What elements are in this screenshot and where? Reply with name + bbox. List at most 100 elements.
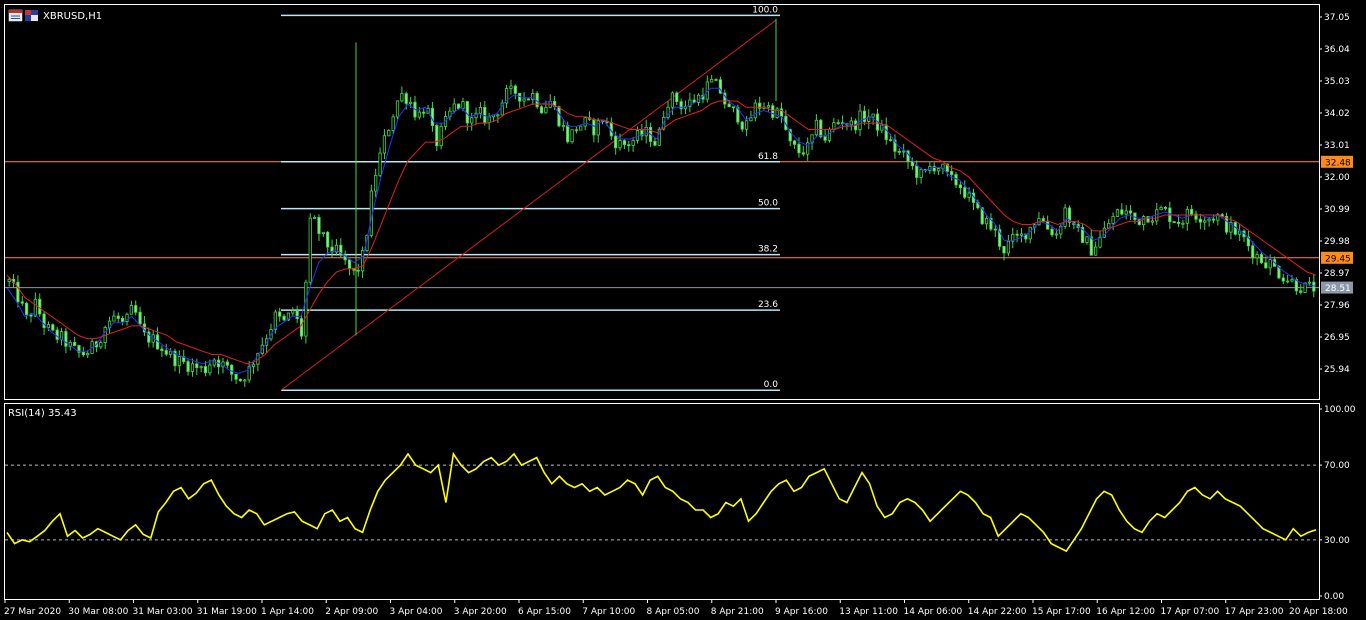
- candle-body: [164, 350, 168, 355]
- rsi-tick-label: 30.00: [1324, 536, 1350, 546]
- candle-body: [64, 331, 68, 347]
- price-tick-label: 34.02: [1324, 109, 1350, 119]
- candle-body: [579, 125, 583, 131]
- candle-body: [212, 359, 216, 366]
- candle-body: [1163, 207, 1168, 209]
- candle-body: [766, 105, 771, 108]
- rsi-chart: [5, 451, 1319, 553]
- candle-body: [897, 150, 901, 153]
- candle-body: [291, 310, 295, 314]
- candle-body: [731, 106, 736, 109]
- price-tick-label: 25.94: [1324, 365, 1350, 375]
- candle-body: [561, 125, 565, 127]
- candle-body: [1190, 209, 1194, 215]
- chart-window: 100.0 61.8 50.0 38.2 23.6 0.0 37.05 36.04 35.03…: [0, 0, 1366, 620]
- candle-body: [243, 379, 247, 382]
- candle-body: [1085, 236, 1089, 243]
- price-tick-label: 37.05: [1324, 13, 1350, 23]
- rsi-panel-frame: [4, 403, 1320, 600]
- candle-body: [819, 119, 823, 138]
- time-tick-label: 31 Mar 03:00: [133, 607, 193, 617]
- candle-body: [797, 143, 801, 154]
- time-tick-label: 15 Apr 17:00: [1032, 607, 1091, 617]
- price-tick-label: 26.95: [1324, 333, 1350, 343]
- candle-body: [509, 85, 513, 89]
- candle-body: [557, 106, 561, 127]
- candle-body: [470, 117, 474, 124]
- candle-body: [1063, 207, 1067, 227]
- candle-body: [51, 324, 55, 331]
- candle-body: [404, 93, 408, 104]
- candle-body: [1050, 228, 1054, 236]
- candle-body: [203, 366, 208, 374]
- candle-body: [622, 140, 627, 145]
- candle-body: [963, 187, 967, 198]
- candle-body: [714, 79, 718, 81]
- candle-body: [627, 144, 631, 146]
- rsi-tick-label: 0.00: [1324, 592, 1344, 602]
- candle-body: [278, 311, 282, 317]
- candle-body: [134, 305, 138, 313]
- fibo-level-label: 50.0: [758, 199, 778, 209]
- candle-body: [644, 126, 648, 137]
- candle-body: [417, 111, 421, 118]
- candle-body: [38, 298, 42, 315]
- time-tick-label: 17 Apr 07:00: [1161, 607, 1220, 617]
- candle-body: [823, 136, 827, 141]
- candle-body: [618, 140, 622, 149]
- candle-body: [744, 120, 749, 130]
- candle-body: [1259, 254, 1264, 264]
- candle-body: [539, 106, 544, 114]
- fibo-level-label: 100.0: [752, 5, 778, 15]
- candle-body: [487, 116, 491, 123]
- candle-body: [566, 125, 570, 143]
- candle-body: [356, 269, 360, 272]
- candle-body: [295, 310, 299, 319]
- candle-body: [273, 311, 277, 330]
- candle-body: [129, 305, 133, 315]
- time-tick-label: 3 Apr 04:00: [390, 607, 443, 617]
- candle-body: [422, 111, 426, 114]
- time-tick-label: 27 Mar 2020: [4, 607, 61, 617]
- candle-body: [675, 92, 679, 103]
- price-tick-label: 30.99: [1324, 205, 1350, 215]
- candle-body: [871, 113, 875, 118]
- candle-body: [710, 79, 714, 83]
- candle-body: [409, 101, 413, 104]
- price-tick-label: 28.97: [1324, 269, 1350, 279]
- candle-body: [1128, 210, 1133, 214]
- candle-body: [387, 129, 391, 137]
- candle-body: [574, 129, 579, 132]
- fibo-trend-line: [280, 19, 777, 391]
- candle-body: [1150, 220, 1154, 223]
- candle-body: [308, 217, 312, 283]
- candle-body: [814, 119, 818, 136]
- candle-body: [1281, 277, 1285, 282]
- candle-body: [984, 218, 989, 225]
- time-tick-label: 7 Apr 10:00: [582, 607, 635, 617]
- candle-body: [208, 364, 212, 374]
- candle-body: [169, 350, 173, 355]
- candle-body: [1264, 262, 1268, 269]
- candle-body: [1181, 222, 1185, 225]
- time-tick-label: 17 Apr 23:00: [1225, 607, 1284, 617]
- candle-body: [570, 129, 574, 143]
- candle-body: [1307, 281, 1312, 284]
- candle-body: [592, 118, 596, 136]
- chart-canvas[interactable]: 100.0 61.8 50.0 38.2 23.6 0.0 37.05 36.04 35.03…: [0, 0, 1366, 620]
- candle-body: [1115, 209, 1120, 217]
- candle-body: [1286, 280, 1290, 283]
- candle-body: [749, 117, 753, 122]
- candle-body: [832, 122, 836, 130]
- candle-body: [902, 150, 906, 153]
- candle-body: [282, 315, 286, 321]
- candle-body: [1054, 233, 1058, 236]
- candle-body: [522, 98, 526, 102]
- candle-body: [225, 361, 229, 366]
- candle-body: [177, 356, 181, 367]
- candle-body: [1255, 254, 1259, 259]
- candle-body: [326, 231, 330, 248]
- candle-body: [238, 378, 243, 382]
- candle-body: [583, 117, 587, 127]
- candle-body: [46, 324, 51, 328]
